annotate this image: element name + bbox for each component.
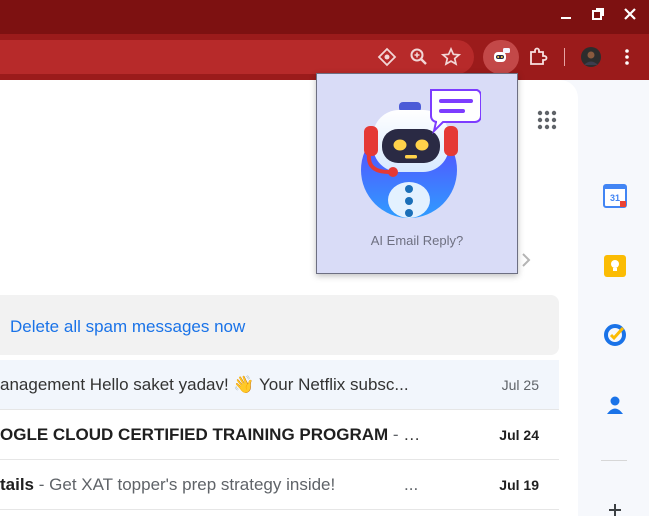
bookmark-star-icon[interactable] [438,44,464,70]
email-row[interactable]: OGLE CLOUD CERTIFIED TRAINING PROGRAM - … [0,410,559,460]
email-date: Jul 25 [501,377,539,393]
menu-kebab-icon[interactable] [614,44,640,70]
google-calendar-icon[interactable]: 31 [602,183,628,209]
robot-mascot-icon [361,89,481,218]
zoom-icon[interactable] [406,44,432,70]
email-content: tails - Get XAT topper's prep strategy i… [0,475,360,495]
row-divider [0,509,559,510]
delete-spam-link[interactable]: Delete all spam messages now [10,317,245,337]
email-row[interactable]: anagement Hello saket yadav! 👋 Your Netf… [0,360,559,410]
email-content: OGLE CLOUD CERTIFIED TRAINING PROGRAM - … [0,425,425,445]
google-contacts-icon[interactable] [602,392,628,418]
window-titlebar [0,0,649,34]
address-bar[interactable] [0,40,474,74]
email-snippet: - D... [392,425,425,444]
close-icon[interactable] [614,0,646,28]
calendar-day: 31 [610,193,620,203]
ai-email-reply-popup: AI Email Reply? [316,73,518,274]
toolbar-separator [564,48,565,66]
google-apps-grid-icon[interactable] [537,110,557,130]
side-panel [580,80,649,516]
add-icon[interactable] [602,500,628,516]
email-row[interactable]: tails - Get XAT topper's prep strategy i… [0,460,559,510]
popup-caption: AI Email Reply? [370,233,464,248]
restore-icon[interactable] [582,0,614,28]
reader-mode-icon[interactable] [374,44,400,70]
email-ellipsis: ... [404,475,419,494]
side-panel-divider [601,460,627,461]
ai-email-extension-icon[interactable] [488,44,514,70]
email-subject: OGLE CLOUD CERTIFIED TRAINING PROGRAM [0,425,389,444]
google-keep-icon[interactable] [602,253,628,279]
profile-avatar[interactable] [578,44,604,70]
chevron-right-icon[interactable] [520,252,532,273]
google-tasks-icon[interactable] [602,322,628,348]
extensions-puzzle-icon[interactable] [524,44,550,70]
email-subject: anagement Hello saket yadav! 👋 Your Netf… [0,375,409,394]
email-snippet: - Get XAT topper's prep strategy inside! [34,475,336,494]
minimize-icon[interactable] [550,0,582,28]
email-date: Jul 19 [499,477,539,493]
email-date: Jul 24 [499,427,539,443]
email-subject: tails [0,475,35,494]
